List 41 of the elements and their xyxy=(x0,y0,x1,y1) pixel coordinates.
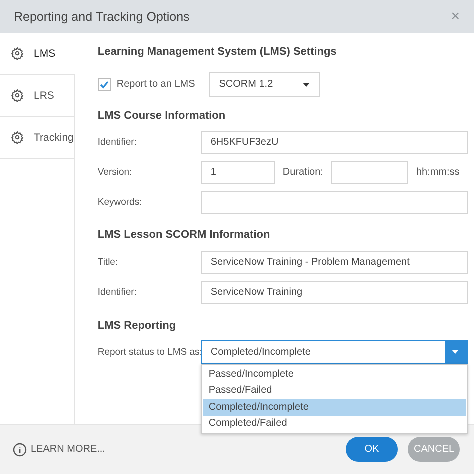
section-heading: LMS Lesson SCORM Information xyxy=(98,229,272,241)
section-heading: LMS Course Information xyxy=(98,110,227,122)
section-heading: LMS Reporting xyxy=(98,320,178,332)
field-label: Version: xyxy=(98,167,134,178)
input-field[interactable] xyxy=(200,191,468,214)
checkbox[interactable] xyxy=(98,78,111,91)
unit-label: hh:mm:ss xyxy=(416,167,460,178)
input-field[interactable]: ServiceNow Training xyxy=(200,281,468,304)
field-label: Identifier: xyxy=(98,137,138,148)
sidebar-tab[interactable]: LRS xyxy=(0,75,75,117)
dropdown-button[interactable] xyxy=(444,341,467,363)
field-label: Identifier: xyxy=(98,287,138,298)
caret-icon xyxy=(303,82,310,86)
field-label: Report status to LMS as: xyxy=(98,346,201,358)
input-field[interactable]: 1 xyxy=(200,161,275,184)
input-field[interactable]: 6H5KFUF3ezU xyxy=(200,131,468,154)
standard-dropdown[interactable]: SCORM 1.2 xyxy=(209,72,320,97)
dropdown-option[interactable]: Passed/Incomplete xyxy=(202,366,466,382)
ok-button[interactable]: OK xyxy=(346,437,398,462)
dropdown-option[interactable]: Completed/Incomplete xyxy=(202,399,466,416)
field-label: Title: xyxy=(98,257,120,268)
info-icon xyxy=(13,442,27,456)
dropdown-option[interactable]: Passed/Failed xyxy=(202,382,466,399)
input-field[interactable] xyxy=(331,161,408,184)
tab-label: Tracking xyxy=(34,132,74,144)
tab-label: LMS xyxy=(34,48,56,60)
tab-label: LRS xyxy=(34,90,54,102)
learn-more-link[interactable]: LEARN MORE... xyxy=(13,442,336,456)
dropdown-option[interactable]: Completed/Failed xyxy=(202,416,466,432)
field-label: Duration: xyxy=(282,167,324,178)
input-field[interactable]: ServiceNow Training - Problem Management xyxy=(200,251,468,274)
check-icon xyxy=(100,80,109,88)
checkbox-label: Report to an LMS xyxy=(116,79,196,90)
gear-icon xyxy=(11,47,24,60)
caret-icon xyxy=(452,350,460,354)
gear-icon xyxy=(11,131,24,144)
field-label: Keywords: xyxy=(98,197,144,208)
sidebar-tab[interactable]: Tracking xyxy=(0,117,75,159)
section-heading: Learning Management System (LMS) Settings xyxy=(98,46,338,58)
window-title: Reporting and Tracking Options xyxy=(14,10,190,24)
gear-icon xyxy=(11,89,24,102)
